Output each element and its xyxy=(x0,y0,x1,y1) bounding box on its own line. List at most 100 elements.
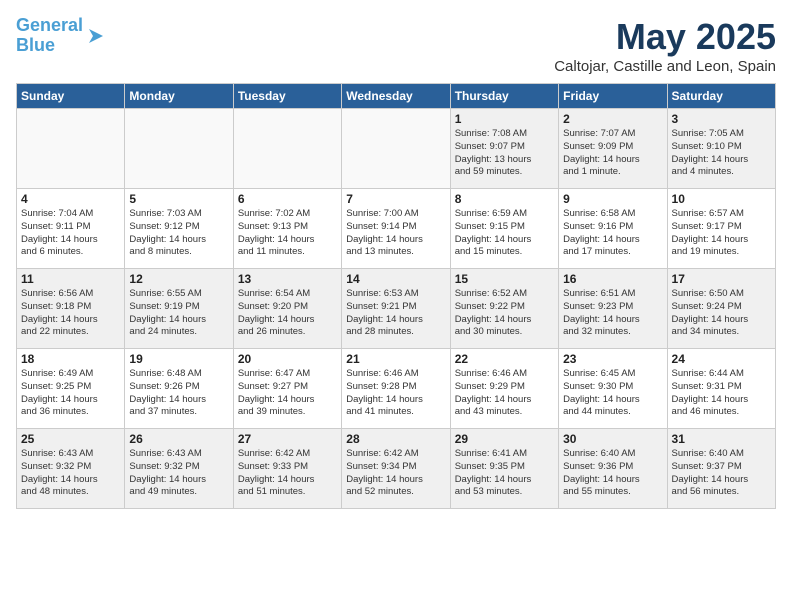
day-number: 15 xyxy=(455,272,554,286)
calendar-cell: 11 Sunrise: 6:56 AM Sunset: 9:18 PM Dayli… xyxy=(17,269,125,349)
calendar-cell: 20 Sunrise: 6:47 AM Sunset: 9:27 PM Dayli… xyxy=(233,349,341,429)
day-number: 6 xyxy=(238,192,337,206)
logo-icon xyxy=(85,25,107,47)
calendar-week: 4Sunrise: 7:04 AM Sunset: 9:11 PM Daylig… xyxy=(17,189,776,269)
day-info: Sunrise: 6:48 AM Sunset: 9:26 PM Dayligh… xyxy=(129,368,228,419)
day-number: 23 xyxy=(563,352,662,366)
calendar-cell xyxy=(342,109,450,189)
day-number: 2 xyxy=(563,112,662,126)
day-number: 31 xyxy=(672,432,771,446)
day-info: Sunrise: 6:59 AM Sunset: 9:15 PM Dayligh… xyxy=(455,208,554,259)
calendar-cell: 28Sunrise: 6:42 AM Sunset: 9:34 PM Dayli… xyxy=(342,429,450,509)
day-number: 11 xyxy=(21,272,120,286)
day-number: 13 xyxy=(238,272,337,286)
day-number: 17 xyxy=(672,272,771,286)
calendar-cell: 8 Sunrise: 6:59 AM Sunset: 9:15 PM Daylig… xyxy=(450,189,558,269)
day-number: 7 xyxy=(346,192,445,206)
calendar-cell: 22 Sunrise: 6:46 AM Sunset: 9:29 PM Dayli… xyxy=(450,349,558,429)
day-number: 19 xyxy=(129,352,228,366)
day-info: Sunrise: 6:40 AM Sunset: 9:37 PM Dayligh… xyxy=(672,448,771,499)
title-block: May 2025 Caltojar, Castille and Leon, Sp… xyxy=(554,16,776,75)
day-info: Sunrise: 6:56 AM Sunset: 9:18 PM Dayligh… xyxy=(21,288,120,339)
day-info: Sunrise: 6:41 AM Sunset: 9:35 PM Dayligh… xyxy=(455,448,554,499)
day-info: Sunrise: 6:46 AM Sunset: 9:29 PM Dayligh… xyxy=(455,368,554,419)
day-number: 27 xyxy=(238,432,337,446)
calendar-header: SundayMondayTuesdayWednesdayThursdayFrid… xyxy=(17,84,776,109)
day-info: Sunrise: 6:44 AM Sunset: 9:31 PM Dayligh… xyxy=(672,368,771,419)
day-info: Sunrise: 7:04 AM Sunset: 9:11 PM Dayligh… xyxy=(21,208,120,259)
logo-line2: Blue xyxy=(16,35,55,55)
calendar-cell xyxy=(233,109,341,189)
calendar-cell: 27 Sunrise: 6:42 AM Sunset: 9:33 PM Dayli… xyxy=(233,429,341,509)
main-title: May 2025 xyxy=(554,16,776,58)
day-number: 16 xyxy=(563,272,662,286)
day-number: 29 xyxy=(455,432,554,446)
day-info: Sunrise: 7:05 AM Sunset: 9:10 PM Dayligh… xyxy=(672,128,771,179)
calendar-cell: 18 Sunrise: 6:49 AM Sunset: 9:25 PM Dayli… xyxy=(17,349,125,429)
weekday-header: Sunday xyxy=(17,84,125,109)
calendar-cell: 2 Sunrise: 7:07 AM Sunset: 9:09 PM Daylig… xyxy=(559,109,667,189)
calendar-cell xyxy=(125,109,233,189)
calendar-week: 11 Sunrise: 6:56 AM Sunset: 9:18 PM Dayli… xyxy=(17,269,776,349)
day-info: Sunrise: 6:47 AM Sunset: 9:27 PM Dayligh… xyxy=(238,368,337,419)
day-number: 18 xyxy=(21,352,120,366)
day-number: 24 xyxy=(672,352,771,366)
calendar-week: 25 Sunrise: 6:43 AM Sunset: 9:32 PM Dayli… xyxy=(17,429,776,509)
calendar-cell: 24 Sunrise: 6:44 AM Sunset: 9:31 PM Dayli… xyxy=(667,349,775,429)
calendar-cell: 4Sunrise: 7:04 AM Sunset: 9:11 PM Daylig… xyxy=(17,189,125,269)
calendar-cell: 15 Sunrise: 6:52 AM Sunset: 9:22 PM Dayli… xyxy=(450,269,558,349)
calendar-cell: 6 Sunrise: 7:02 AM Sunset: 9:13 PM Daylig… xyxy=(233,189,341,269)
page: General Blue May 2025 Caltojar, Castille… xyxy=(0,0,792,525)
day-info: Sunrise: 6:54 AM Sunset: 9:20 PM Dayligh… xyxy=(238,288,337,339)
day-info: Sunrise: 6:51 AM Sunset: 9:23 PM Dayligh… xyxy=(563,288,662,339)
day-info: Sunrise: 6:43 AM Sunset: 9:32 PM Dayligh… xyxy=(21,448,120,499)
day-number: 30 xyxy=(563,432,662,446)
header: General Blue May 2025 Caltojar, Castille… xyxy=(16,16,776,75)
calendar-cell: 26Sunrise: 6:43 AM Sunset: 9:32 PM Dayli… xyxy=(125,429,233,509)
weekday-header: Thursday xyxy=(450,84,558,109)
day-info: Sunrise: 7:08 AM Sunset: 9:07 PM Dayligh… xyxy=(455,128,554,179)
day-info: Sunrise: 6:52 AM Sunset: 9:22 PM Dayligh… xyxy=(455,288,554,339)
logo-text: General Blue xyxy=(16,16,83,56)
day-number: 20 xyxy=(238,352,337,366)
day-number: 8 xyxy=(455,192,554,206)
calendar-cell: 31 Sunrise: 6:40 AM Sunset: 9:37 PM Dayli… xyxy=(667,429,775,509)
calendar-body: 1Sunrise: 7:08 AM Sunset: 9:07 PM Daylig… xyxy=(17,109,776,509)
weekday-header: Monday xyxy=(125,84,233,109)
day-number: 3 xyxy=(672,112,771,126)
day-info: Sunrise: 6:49 AM Sunset: 9:25 PM Dayligh… xyxy=(21,368,120,419)
calendar-week: 18 Sunrise: 6:49 AM Sunset: 9:25 PM Dayli… xyxy=(17,349,776,429)
calendar-cell: 16 Sunrise: 6:51 AM Sunset: 9:23 PM Dayli… xyxy=(559,269,667,349)
day-info: Sunrise: 7:02 AM Sunset: 9:13 PM Dayligh… xyxy=(238,208,337,259)
day-info: Sunrise: 6:42 AM Sunset: 9:33 PM Dayligh… xyxy=(238,448,337,499)
calendar-cell: 30Sunrise: 6:40 AM Sunset: 9:36 PM Dayli… xyxy=(559,429,667,509)
calendar-cell: 5Sunrise: 7:03 AM Sunset: 9:12 PM Daylig… xyxy=(125,189,233,269)
day-info: Sunrise: 6:58 AM Sunset: 9:16 PM Dayligh… xyxy=(563,208,662,259)
calendar-cell: 21 Sunrise: 6:46 AM Sunset: 9:28 PM Dayli… xyxy=(342,349,450,429)
weekday-row: SundayMondayTuesdayWednesdayThursdayFrid… xyxy=(17,84,776,109)
day-number: 5 xyxy=(129,192,228,206)
calendar-cell: 9 Sunrise: 6:58 AM Sunset: 9:16 PM Daylig… xyxy=(559,189,667,269)
calendar-cell: 23 Sunrise: 6:45 AM Sunset: 9:30 PM Dayli… xyxy=(559,349,667,429)
day-info: Sunrise: 6:53 AM Sunset: 9:21 PM Dayligh… xyxy=(346,288,445,339)
day-number: 25 xyxy=(21,432,120,446)
day-number: 9 xyxy=(563,192,662,206)
calendar-cell: 19 Sunrise: 6:48 AM Sunset: 9:26 PM Dayli… xyxy=(125,349,233,429)
logo: General Blue xyxy=(16,16,107,56)
calendar-cell xyxy=(17,109,125,189)
day-info: Sunrise: 6:45 AM Sunset: 9:30 PM Dayligh… xyxy=(563,368,662,419)
weekday-header: Saturday xyxy=(667,84,775,109)
calendar-cell: 14 Sunrise: 6:53 AM Sunset: 9:21 PM Dayli… xyxy=(342,269,450,349)
day-number: 21 xyxy=(346,352,445,366)
calendar-week: 1Sunrise: 7:08 AM Sunset: 9:07 PM Daylig… xyxy=(17,109,776,189)
day-info: Sunrise: 7:07 AM Sunset: 9:09 PM Dayligh… xyxy=(563,128,662,179)
calendar-cell: 7Sunrise: 7:00 AM Sunset: 9:14 PM Daylig… xyxy=(342,189,450,269)
day-info: Sunrise: 6:46 AM Sunset: 9:28 PM Dayligh… xyxy=(346,368,445,419)
calendar-cell: 25 Sunrise: 6:43 AM Sunset: 9:32 PM Dayli… xyxy=(17,429,125,509)
day-number: 14 xyxy=(346,272,445,286)
day-number: 22 xyxy=(455,352,554,366)
calendar-cell: 13 Sunrise: 6:54 AM Sunset: 9:20 PM Dayli… xyxy=(233,269,341,349)
calendar-cell: 1Sunrise: 7:08 AM Sunset: 9:07 PM Daylig… xyxy=(450,109,558,189)
day-info: Sunrise: 6:50 AM Sunset: 9:24 PM Dayligh… xyxy=(672,288,771,339)
day-number: 26 xyxy=(129,432,228,446)
